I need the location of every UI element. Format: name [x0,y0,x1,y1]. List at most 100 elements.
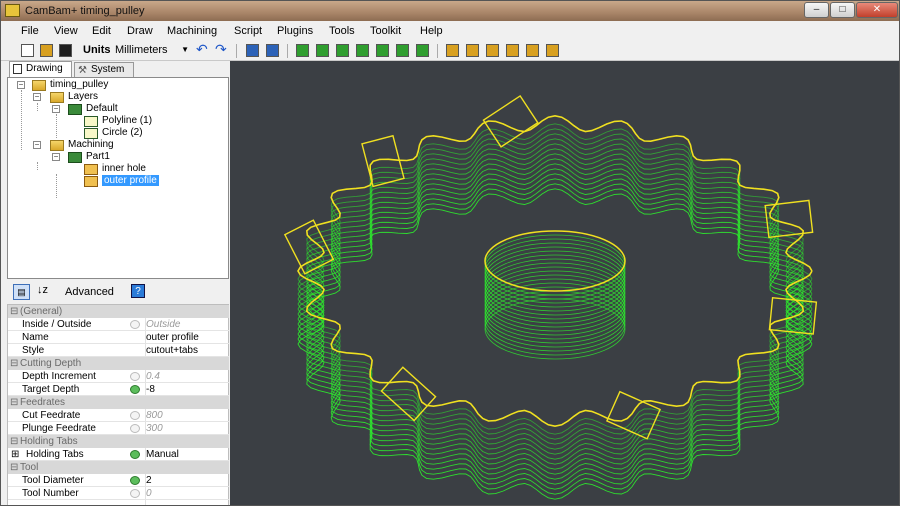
menu-tools[interactable]: Tools [329,25,355,37]
tree-item-outer-profile[interactable]: outer profile [84,175,159,187]
draw-circle-icon[interactable] [316,44,329,57]
category-tool[interactable]: ⊟ Tool [8,461,229,474]
left-panel: Drawing ⚒ System − timing_pulley − Layers… [1,61,230,505]
toolpath-rings [297,123,813,500]
toolpath-layer [297,128,813,440]
draw-rectangle-icon[interactable] [356,44,369,57]
prop-depth-increment[interactable]: Depth Increment 0.4 [8,370,229,383]
menu-plugins[interactable]: Plugins [277,25,313,37]
tab-system-label: System [91,64,125,75]
maximize-button[interactable]: □ [830,2,855,18]
draw-surface-icon[interactable] [396,44,409,57]
tree-item-default-layer[interactable]: Default [68,103,118,115]
menu-view[interactable]: View [54,25,78,37]
menu-script[interactable]: Script [234,25,262,37]
prop-cut-feedrate[interactable]: Cut Feedrate 800 [8,409,229,422]
hole-toolpath-layer [484,266,626,328]
category-label: (General) [20,306,63,317]
menu-file[interactable]: File [21,25,39,37]
open-folder-icon[interactable] [40,44,53,57]
engrave-op-icon[interactable] [506,44,519,57]
pocket-op-icon[interactable] [466,44,479,57]
collapse-toggle[interactable]: − [52,153,60,161]
set-indicator-icon [130,450,140,459]
title-bar[interactable]: CamBam+ timing_pulley – □ ✕ [1,1,899,21]
draw-text-icon[interactable] [376,44,389,57]
tree-item-machining[interactable]: Machining [50,139,114,151]
prop-plunge-feedrate[interactable]: Plunge Feedrate 300 [8,422,229,435]
tree-inner-hole-label: inner hole [102,163,146,174]
drill-op-icon[interactable] [486,44,499,57]
save-icon[interactable] [59,44,72,57]
hole-toolpath-layer [484,246,626,308]
prop-name: Style [22,345,45,356]
main-toolbar: Units Millimeters ▼ ↶ ↷ [1,41,899,61]
tree-item-inner-hole[interactable]: inner hole [84,163,146,175]
toolpath-layer [297,133,813,445]
category-cutting-depth[interactable]: ⊟ Cutting Depth [8,357,229,370]
draw-points-icon[interactable] [336,44,349,57]
drawing-canvas[interactable] [230,61,900,506]
new-file-icon[interactable] [21,44,34,57]
default-indicator-icon [130,489,140,498]
tree-default-label: Default [86,103,118,114]
grid-icon[interactable] [246,44,259,57]
snap-grid-icon[interactable] [266,44,279,57]
categorized-icon[interactable]: ▤ [13,284,30,300]
menu-toolkit[interactable]: Toolkit [370,25,401,37]
units-select[interactable]: Millimeters ▼ [115,43,191,58]
hole-toolpath-layer [484,250,626,312]
redo-icon[interactable]: ↷ [215,42,228,57]
draw-polyline-icon[interactable] [296,44,309,57]
menu-draw[interactable]: Draw [127,25,153,37]
tab-system[interactable]: ⚒ System [74,62,134,77]
default-indicator-icon [130,411,140,420]
hole-toolpath-layer [484,282,626,344]
hole-toolpath-layer [484,238,626,300]
drawing-tree[interactable]: − timing_pulley − Layers − Default Polyl… [7,77,229,279]
prop-tool-number[interactable]: Tool Number 0 [8,487,229,500]
prop-inside-outside[interactable]: Inside / Outside Outside [8,318,229,331]
inner-hole-toolpath [484,230,626,360]
help-icon[interactable]: ? [131,284,145,298]
prop-style[interactable]: Style cutout+tabs [8,344,229,357]
part-icon [68,152,82,163]
inner-hole-outline [484,230,626,292]
prop-value: Manual [146,449,179,460]
tree-item-polyline[interactable]: Polyline (1) [84,115,152,127]
draw-region-icon[interactable] [416,44,429,57]
menu-machining[interactable]: Machining [167,25,217,37]
prop-tool-diameter[interactable]: Tool Diameter 2 [8,474,229,487]
tree-root[interactable]: timing_pulley [32,79,108,91]
tree-item-circle[interactable]: Circle (2) [84,127,143,139]
category-feedrates[interactable]: ⊟ Feedrates [8,396,229,409]
profile-op-icon[interactable] [446,44,459,57]
expand-icon[interactable]: ⊞ [11,448,19,461]
collapse-toggle[interactable]: − [33,141,41,149]
category-label: Feedrates [20,397,66,408]
toolpath-view[interactable] [230,61,900,506]
lathe-op-icon[interactable] [546,44,559,57]
collapse-toggle[interactable]: − [52,105,60,113]
prop-name-row[interactable]: Name outer profile [8,331,229,344]
collapse-toggle[interactable]: − [17,81,25,89]
tree-line [21,90,22,150]
prop-target-depth[interactable]: Target Depth -8 [8,383,229,396]
category-general[interactable]: ⊟ (General) [8,305,229,318]
advanced-button[interactable]: Advanced [65,286,114,298]
category-holding-tabs[interactable]: ⊟ Holding Tabs [8,435,229,448]
undo-icon[interactable]: ↶ [196,42,209,57]
minimize-button[interactable]: – [804,2,829,18]
tree-item-part[interactable]: Part1 [68,151,110,163]
close-button[interactable]: ✕ [856,2,898,18]
sort-alpha-icon[interactable]: ↓z [37,284,48,296]
tab-drawing[interactable]: Drawing [9,61,72,77]
3d-profile-op-icon[interactable] [526,44,539,57]
prop-holding-tabs[interactable]: ⊞ Holding Tabs Manual [8,448,229,461]
category-label: Cutting Depth [20,358,82,369]
menu-help[interactable]: Help [420,25,443,37]
tree-item-layers[interactable]: Layers [50,91,98,103]
collapse-toggle[interactable]: − [33,93,41,101]
hole-toolpath-layer [484,242,626,304]
menu-edit[interactable]: Edit [92,25,111,37]
